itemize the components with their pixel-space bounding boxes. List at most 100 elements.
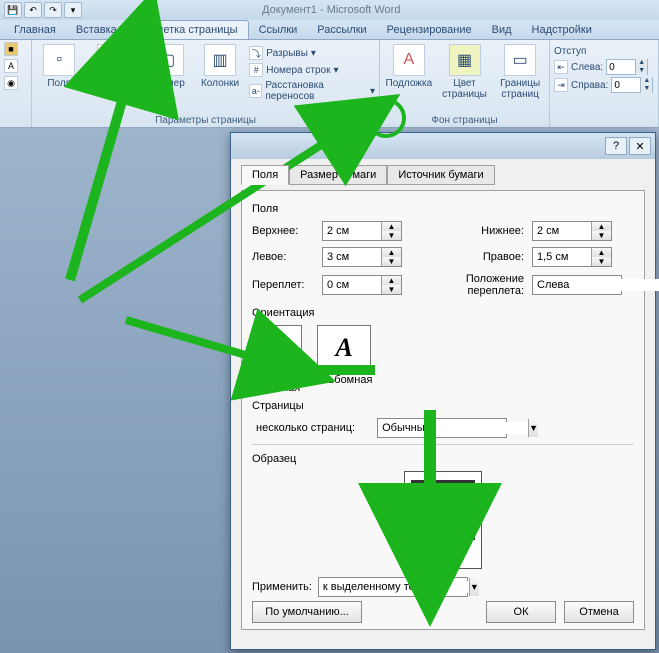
orientation-landscape[interactable]: Aальбомная	[316, 325, 372, 394]
right-margin-input[interactable]	[533, 248, 591, 266]
tab-paper-size[interactable]: Размер бумаги	[289, 165, 387, 185]
dialog-tabs: Поля Размер бумаги Источник бумаги	[241, 165, 645, 185]
left-margin-spin[interactable]: ▲▼	[322, 247, 402, 267]
titlebar: 💾 ↶ ↷ ▾ Документ1 - Microsoft Word	[0, 0, 659, 20]
tab-view[interactable]: Вид	[482, 21, 522, 39]
tab-home[interactable]: Главная	[4, 21, 66, 39]
gutter-pos-combo[interactable]: ▼	[532, 275, 622, 295]
hyphenation-menu[interactable]: a-Расстановка переносов ▾	[249, 80, 375, 102]
gutter-input[interactable]	[323, 276, 381, 294]
bottom-label: Нижнее:	[412, 225, 532, 237]
group-themes: ■ A ◉	[0, 40, 32, 127]
multipages-label: несколько страниц:	[256, 422, 355, 434]
theme-colors-icon[interactable]: ■	[4, 42, 18, 56]
size-button[interactable]: ▢Размер	[144, 42, 190, 89]
left-label: Левое:	[252, 251, 322, 263]
gutter-pos-input[interactable]	[533, 279, 659, 291]
bottom-margin-spin[interactable]: ▲▼	[532, 221, 612, 241]
top-margin-input[interactable]	[323, 222, 381, 240]
watermark-icon: A	[393, 44, 425, 76]
orientation-icon: ▯	[97, 44, 129, 76]
page-color-icon: ▦	[449, 44, 481, 76]
orientation-button[interactable]: ▯Ориентация	[88, 42, 138, 89]
window-title: Документ1 - Microsoft Word	[262, 4, 400, 16]
gutter-pos-label: Положение переплета:	[412, 273, 532, 297]
group-indent: Отступ ⇤Слева: ▲▼ ⇥Справа: ▲▼	[550, 40, 659, 127]
dialog-titlebar[interactable]: ? ✕	[231, 133, 655, 159]
tab-pagelayout[interactable]: Разметка страницы	[127, 20, 249, 39]
tab-panel-fields: Поля Верхнее: ▲▼ Нижнее: ▲▼ Левое: ▲▼ Пр…	[241, 190, 645, 630]
columns-icon: ▥	[204, 44, 236, 76]
group-page-background: AПодложка ▦Цвет страницы ▭Границы страни…	[380, 40, 550, 127]
breaks-icon: ⤵	[249, 46, 263, 60]
ribbon: ■ A ◉ ▫Поля ▯Ориентация ▢Размер ▥Колонки…	[0, 40, 659, 128]
indent-right-spin[interactable]: ▲▼	[611, 77, 653, 93]
tab-mailings[interactable]: Рассылки	[307, 21, 376, 39]
margins-icon: ▫	[43, 44, 75, 76]
theme-fonts-icon[interactable]: A	[4, 59, 18, 73]
theme-effects-icon[interactable]: ◉	[4, 76, 18, 90]
apply-input[interactable]	[319, 581, 469, 593]
right-label: Правое:	[412, 251, 532, 263]
page-setup-dialog-launcher[interactable]: ↘	[363, 114, 375, 126]
indent-right-icon: ⇥	[554, 78, 568, 92]
dialog-help-button[interactable]: ?	[605, 137, 627, 155]
page-color-button[interactable]: ▦Цвет страницы	[440, 42, 490, 100]
indent-right-input[interactable]	[612, 80, 640, 91]
default-button[interactable]: По умолчанию...	[252, 601, 362, 623]
indent-left-input[interactable]	[607, 62, 635, 73]
page-borders-icon: ▭	[504, 44, 536, 76]
multipages-combo[interactable]: ▼	[377, 418, 507, 438]
group-label-pagebg: Фон страницы	[384, 115, 545, 126]
group-page-setup: ▫Поля ▯Ориентация ▢Размер ▥Колонки ⤵Разр…	[32, 40, 380, 127]
gutter-spin[interactable]: ▲▼	[322, 275, 402, 295]
quick-access-toolbar: 💾 ↶ ↷ ▾	[4, 2, 82, 18]
left-margin-input[interactable]	[323, 248, 381, 266]
top-margin-spin[interactable]: ▲▼	[322, 221, 402, 241]
watermark-button[interactable]: AПодложка	[384, 42, 434, 89]
apply-label: Применить:	[252, 581, 312, 593]
ribbon-tabs: Главная Вставка Разметка страницы Ссылки…	[0, 20, 659, 40]
qat-undo[interactable]: ↶	[24, 2, 42, 18]
margins-button[interactable]: ▫Поля	[36, 42, 82, 89]
apply-combo[interactable]: ▼	[318, 577, 468, 597]
bottom-margin-input[interactable]	[533, 222, 591, 240]
cancel-button[interactable]: Отмена	[564, 601, 634, 623]
size-icon: ▢	[152, 44, 184, 76]
qat-dropdown[interactable]: ▾	[64, 2, 82, 18]
ok-button[interactable]: ОК	[486, 601, 556, 623]
page-setup-dialog: ? ✕ Поля Размер бумаги Источник бумаги П…	[230, 132, 656, 650]
group-label-pagesetup: Параметры страницы	[36, 115, 375, 126]
tab-addins[interactable]: Надстройки	[522, 21, 602, 39]
tab-fields[interactable]: Поля	[241, 165, 289, 185]
breaks-menu[interactable]: ⤵Разрывы ▾	[249, 46, 375, 60]
columns-button[interactable]: ▥Колонки	[197, 42, 243, 89]
line-numbers-menu[interactable]: #Номера строк ▾	[249, 63, 375, 77]
line-numbers-icon: #	[249, 63, 263, 77]
orientation-portrait[interactable]: Aкнижная	[256, 325, 302, 394]
qat-redo[interactable]: ↷	[44, 2, 62, 18]
tab-references[interactable]: Ссылки	[249, 21, 308, 39]
dialog-close-button[interactable]: ✕	[629, 137, 651, 155]
section-fields: Поля	[252, 203, 634, 215]
gutter-label: Переплет:	[252, 279, 322, 291]
multipages-input[interactable]	[378, 422, 528, 434]
chevron-down-icon[interactable]: ▼	[469, 578, 479, 596]
indent-left-spin[interactable]: ▲▼	[606, 59, 648, 75]
qat-save[interactable]: 💾	[4, 2, 22, 18]
tab-paper-source[interactable]: Источник бумаги	[387, 165, 494, 185]
hyphenation-icon: a-	[249, 84, 262, 98]
indent-heading: Отступ	[554, 46, 654, 57]
section-pages: Страницы	[252, 400, 634, 412]
section-sample: Образец	[252, 453, 634, 465]
indent-left-icon: ⇤	[554, 60, 568, 74]
top-label: Верхнее:	[252, 225, 322, 237]
tab-review[interactable]: Рецензирование	[377, 21, 482, 39]
section-orientation: Ориентация	[252, 307, 634, 319]
page-setup-menu: ⤵Разрывы ▾ #Номера строк ▾ a-Расстановка…	[249, 42, 375, 102]
right-margin-spin[interactable]: ▲▼	[532, 247, 612, 267]
page-borders-button[interactable]: ▭Границы страниц	[495, 42, 545, 100]
chevron-down-icon[interactable]: ▼	[528, 419, 538, 437]
sample-preview	[404, 471, 482, 569]
tab-insert[interactable]: Вставка	[66, 21, 127, 39]
